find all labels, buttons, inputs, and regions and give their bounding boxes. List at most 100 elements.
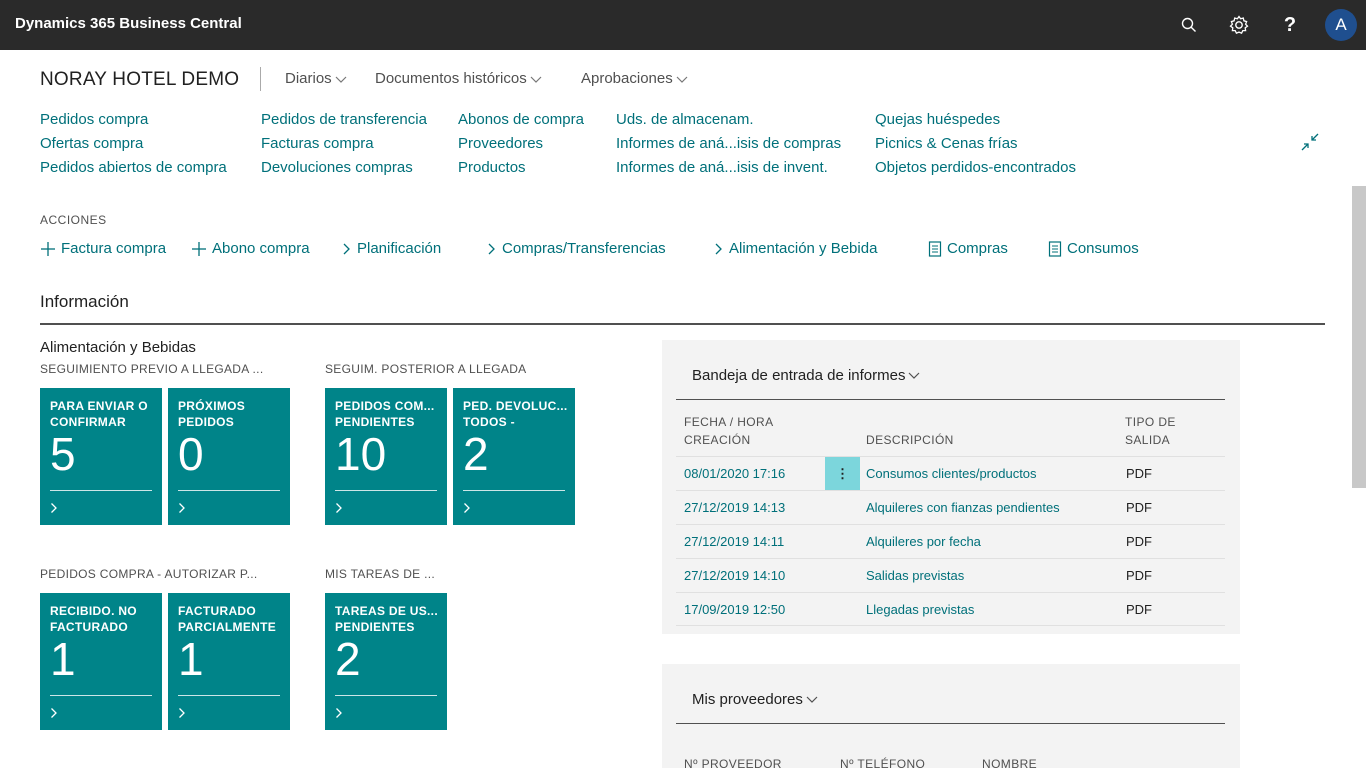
top-bar: Dynamics 365 Business Central ? A: [0, 0, 1366, 50]
row-description[interactable]: Llegadas previstas: [866, 602, 974, 617]
table-row[interactable]: 27/12/2019 14:10 Salidas previstas PDF: [676, 558, 1225, 592]
cue-tile[interactable]: TAREAS DE US... PENDIENTES 2: [325, 593, 447, 730]
cue-group-label: SEGUIMIENTO PREVIO A LLEGADA ...: [40, 362, 264, 376]
cue-group-title: Alimentación y Bebidas: [40, 339, 196, 356]
panel-divider: [676, 399, 1225, 400]
menu-documentos-historicos[interactable]: Documentos históricos: [375, 70, 542, 87]
header-separator: [260, 67, 261, 91]
nav-links-col3: Abonos de compra Proveedores Productos: [458, 108, 584, 180]
tile-divider: [50, 490, 152, 491]
tile-label: PARA ENVIAR O CONFIRMAR: [50, 399, 148, 429]
tile-divider: [50, 695, 152, 696]
gear-icon[interactable]: [1226, 12, 1252, 38]
vendors-title[interactable]: Mis proveedores: [692, 691, 818, 708]
column-header-telefono[interactable]: Nº TELÉFONO: [840, 755, 925, 768]
menu-label: Aprobaciones: [581, 70, 673, 87]
nav-link[interactable]: Ofertas compra: [40, 132, 227, 156]
table-row[interactable]: 27/12/2019 14:13 Alquileres con fianzas …: [676, 490, 1225, 524]
action-factura-compra[interactable]: Factura compra: [40, 240, 166, 257]
tile-value: 5: [50, 428, 76, 480]
action-alimentacion-bebida[interactable]: Alimentación y Bebida: [714, 240, 877, 257]
table-row[interactable]: 08/01/2020 17:16 ⋮ Consumos clientes/pro…: [676, 456, 1225, 490]
tile-value: 0: [178, 428, 204, 480]
question-icon[interactable]: ?: [1277, 12, 1303, 38]
nav-links-col1: Pedidos compra Ofertas compra Pedidos ab…: [40, 108, 227, 180]
tile-divider: [178, 490, 280, 491]
column-header-fecha[interactable]: FECHA / HORA CREACIÓN: [684, 413, 804, 449]
more-options-icon[interactable]: ⋮: [825, 457, 860, 490]
menu-aprobaciones[interactable]: Aprobaciones: [581, 70, 688, 87]
row-date[interactable]: 27/12/2019 14:10: [684, 568, 785, 583]
chevron-down-icon: [909, 372, 920, 379]
nav-link[interactable]: Devoluciones compras: [261, 156, 427, 180]
panel-divider: [676, 723, 1225, 724]
nav-link[interactable]: Pedidos compra: [40, 108, 227, 132]
scrollbar[interactable]: [1352, 186, 1366, 488]
tile-label: TAREAS DE US... PENDIENTES: [335, 604, 438, 634]
row-description[interactable]: Consumos clientes/productos: [866, 466, 1037, 481]
report-inbox-title[interactable]: Bandeja de entrada de informes: [692, 367, 920, 384]
collapse-icon[interactable]: [1300, 132, 1320, 156]
chevron-down-icon: [530, 76, 542, 83]
nav-link[interactable]: Abonos de compra: [458, 108, 584, 132]
chevron-down-icon: [806, 696, 818, 703]
action-label: Planificación: [357, 240, 442, 257]
tile-label: RECIBIDO. NO FACTURADO: [50, 604, 137, 634]
plus-icon: [192, 241, 206, 256]
action-label: Consumos: [1067, 240, 1139, 257]
menu-diarios[interactable]: Diarios: [285, 70, 347, 87]
cue-group-label: PEDIDOS COMPRA - AUTORIZAR P...: [40, 567, 258, 581]
plus-icon: [41, 241, 55, 256]
row-date[interactable]: 27/12/2019 14:13: [684, 500, 785, 515]
table-row[interactable]: 27/12/2019 14:11 Alquileres por fecha PD…: [676, 524, 1225, 558]
company-name[interactable]: NORAY HOTEL DEMO: [40, 69, 239, 91]
row-description[interactable]: Alquileres por fecha: [866, 534, 981, 549]
table-row[interactable]: 17/09/2019 12:50 Llegadas previstas PDF: [676, 592, 1225, 626]
row-date[interactable]: 08/01/2020 17:16: [684, 466, 785, 481]
row-type: PDF: [1126, 568, 1152, 583]
section-title[interactable]: Información: [40, 292, 129, 312]
panel-title-label: Mis proveedores: [692, 691, 803, 708]
chevron-right-icon: [336, 708, 342, 718]
nav-link[interactable]: Informes de aná...isis de compras: [616, 132, 841, 156]
row-date[interactable]: 27/12/2019 14:11: [684, 534, 784, 549]
nav-link[interactable]: Uds. de almacenam.: [616, 108, 841, 132]
cue-tile[interactable]: RECIBIDO. NO FACTURADO 1: [40, 593, 162, 730]
menu-label: Documentos históricos: [375, 70, 527, 87]
action-label: Alimentación y Bebida: [729, 240, 878, 257]
search-icon[interactable]: [1176, 12, 1202, 38]
action-planificacion[interactable]: Planificación: [342, 240, 441, 257]
row-date[interactable]: 17/09/2019 12:50: [684, 602, 785, 617]
row-description[interactable]: Alquileres con fianzas pendientes: [866, 500, 1060, 515]
cue-tile[interactable]: FACTURADO PARCIALMENTE 1: [168, 593, 290, 730]
nav-link[interactable]: Informes de aná...isis de invent.: [616, 156, 841, 180]
app-title[interactable]: Dynamics 365 Business Central: [15, 15, 242, 32]
nav-link[interactable]: Productos: [458, 156, 584, 180]
action-consumos-report[interactable]: Consumos: [1048, 240, 1139, 257]
nav-links-col4: Uds. de almacenam. Informes de aná...isi…: [616, 108, 841, 180]
avatar[interactable]: A: [1325, 9, 1357, 41]
tile-divider: [178, 695, 280, 696]
column-header-proveedor[interactable]: Nº PROVEEDOR: [684, 755, 782, 768]
nav-link[interactable]: Pedidos abiertos de compra: [40, 156, 227, 180]
cue-tile[interactable]: PEDIDOS COM... PENDIENTES 10: [325, 388, 447, 525]
nav-link[interactable]: Quejas huéspedes: [875, 108, 1076, 132]
nav-link[interactable]: Pedidos de transferencia: [261, 108, 427, 132]
nav-link[interactable]: Picnics & Cenas frías: [875, 132, 1076, 156]
row-type: PDF: [1126, 500, 1152, 515]
action-compras-transferencias[interactable]: Compras/Transferencias: [487, 240, 666, 257]
nav-link[interactable]: Facturas compra: [261, 132, 427, 156]
nav-link[interactable]: Proveedores: [458, 132, 584, 156]
action-compras-report[interactable]: Compras: [928, 240, 1008, 257]
cue-tile[interactable]: PRÓXIMOS PEDIDOS 0: [168, 388, 290, 525]
column-header-descripcion[interactable]: DESCRIPCIÓN: [866, 431, 954, 449]
cue-group-label: MIS TAREAS DE ...: [325, 567, 436, 581]
cue-tile[interactable]: PED. DEVOLUC... TODOS - 2: [453, 388, 575, 525]
action-abono-compra[interactable]: Abono compra: [191, 240, 310, 257]
nav-link[interactable]: Objetos perdidos-encontrados: [875, 156, 1076, 180]
row-description[interactable]: Salidas previstas: [866, 568, 964, 583]
column-header-tipo[interactable]: TIPO DE SALIDA: [1125, 413, 1205, 449]
column-header-nombre[interactable]: NOMBRE: [982, 755, 1037, 768]
cue-tile[interactable]: PARA ENVIAR O CONFIRMAR 5: [40, 388, 162, 525]
report-icon: [1048, 240, 1062, 257]
